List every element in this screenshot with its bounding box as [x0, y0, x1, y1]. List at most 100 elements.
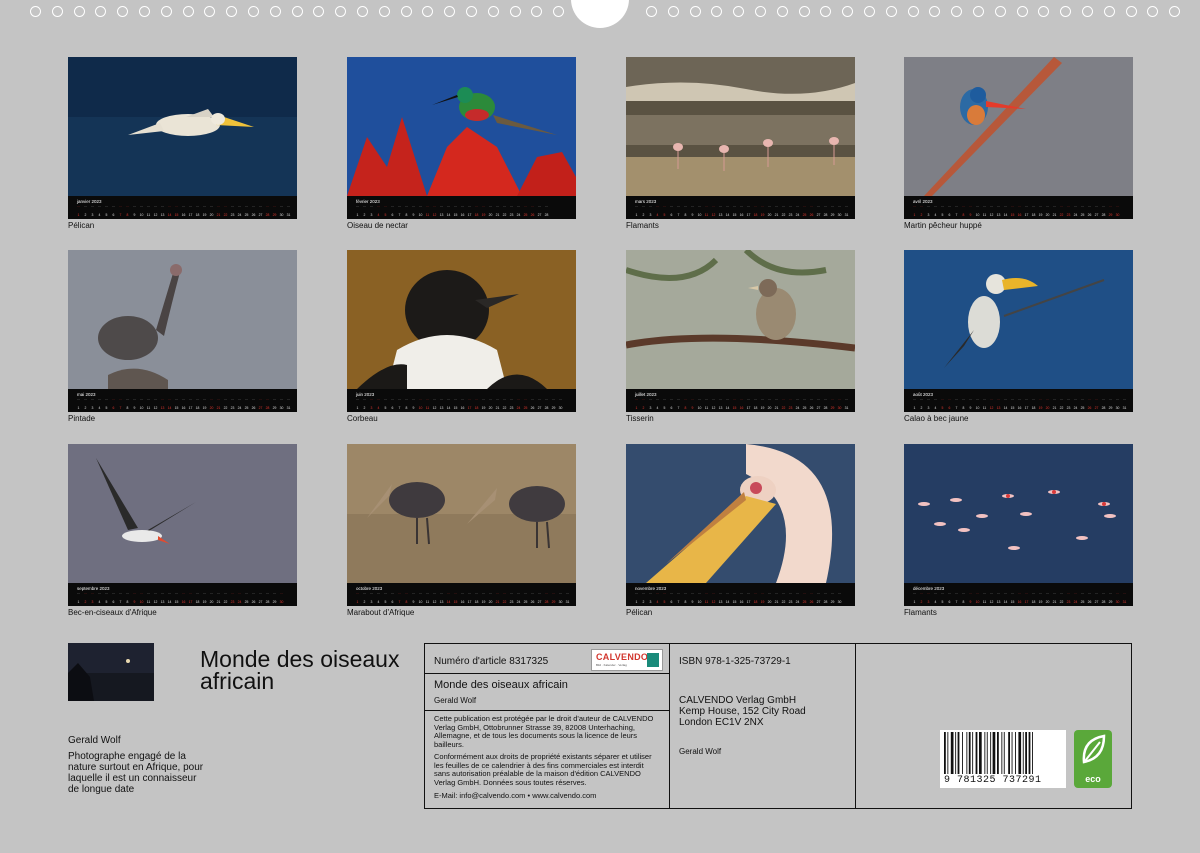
day-marker: ·· — [782, 205, 785, 209]
day-number: 29 — [830, 213, 835, 217]
day-number: 16 — [1017, 213, 1022, 217]
day-number — [565, 406, 570, 410]
day-marker: ·· — [1067, 205, 1070, 209]
info-column-middle: ISBN 978-1-325-73729-1 CALVENDO Verlag G… — [670, 644, 856, 808]
day-number: 18 — [474, 213, 479, 217]
calendar-bar: avril 2023 ·· ·· ·· ·· ·· ·· ·· ·· ·· ·· ·· ·· ·· ·· ·… — [904, 196, 1133, 219]
day-marker: ·· — [831, 398, 834, 402]
days-grid: ·· ·· ·· ·· ·· ·· ·· ·· ·· ·· ·· ·· ·· ·· ·· ·· ·· ·· ·· ··… — [634, 205, 849, 217]
day-number: 25 — [1080, 213, 1085, 217]
day-number: 15 — [732, 213, 737, 217]
barcode-bar — [957, 732, 960, 774]
day-marker: ·· — [754, 592, 757, 596]
day-marker: ·· — [196, 398, 199, 402]
day-marker: ·· — [545, 398, 548, 402]
day-number: 31 — [286, 213, 291, 217]
day-marker: ·· — [147, 398, 150, 402]
day-marker: ·· — [545, 592, 548, 596]
day-number: 21 — [1052, 600, 1057, 604]
month-oct: octobre 2023 ·· ·· ·· ·· ·· ·· ·· ·· ·· ·· ·· ·· ·· ·… — [347, 444, 576, 617]
day-number: 23 — [509, 406, 514, 410]
binding-ring — [1038, 6, 1050, 17]
day-marker: ·· — [266, 398, 269, 402]
photo-caption: Marabout d'Afrique — [347, 608, 415, 617]
day-marker: ·· — [656, 205, 659, 209]
day-number: 1 — [356, 213, 359, 217]
photo-caption: Pélican — [626, 608, 653, 617]
day-number: 6 — [112, 600, 115, 604]
day-number: 8 — [405, 600, 408, 604]
photo-sunbird — [347, 57, 576, 196]
day-marker: ·· — [796, 592, 799, 596]
binding-ring — [335, 6, 347, 17]
day-number: 10 — [975, 213, 980, 217]
day-number: 23 — [788, 600, 793, 604]
eco-badge: eco — [1074, 730, 1112, 788]
day-marker: ·· — [77, 398, 80, 402]
day-marker: ·· — [363, 592, 366, 596]
day-number: 30 — [558, 600, 563, 604]
day-marker: ·· — [754, 398, 757, 402]
day-number: 9 — [133, 406, 136, 410]
day-marker: ·· — [433, 592, 436, 596]
day-number: 22 — [502, 213, 507, 217]
calendar-bar: décembre 2023 ·· ·· ·· ·· ·· ·· ·· ·· ·· ·· ·· ·· ··… — [904, 583, 1133, 606]
day-number: 11 — [704, 406, 709, 410]
month-label: mars 2023 — [635, 199, 657, 204]
calendar-bar: février 2023 ·· ·· ·· ·· ·· ·· ·· ·· ·· ·· ·· ·· ·· ·… — [347, 196, 576, 219]
day-marker: ·· — [691, 398, 694, 402]
binding-ring — [400, 6, 412, 17]
day-number: 25 — [523, 406, 528, 410]
day-marker: ·· — [356, 205, 359, 209]
day-marker: ·· — [740, 205, 743, 209]
day-number: 19 — [202, 406, 207, 410]
day-marker: ·· — [838, 398, 841, 402]
day-number: 1 — [913, 213, 916, 217]
barcode-bar — [1032, 732, 1033, 774]
day-marker: ·· — [482, 592, 485, 596]
day-marker: ·· — [775, 205, 778, 209]
day-number: 13 — [160, 406, 165, 410]
days-grid: ·· ·· ·· ·· ·· ·· ·· ·· ·· ·· ·· ·· ·· ·· ·· ·· ·· ·· ·· ··… — [76, 592, 291, 604]
day-marker: ·· — [642, 592, 645, 596]
day-marker: ·· — [154, 205, 157, 209]
day-number: 20 — [767, 600, 772, 604]
month-label: juin 2023 — [356, 392, 375, 397]
day-marker: ·· — [955, 592, 958, 596]
day-number: 20 — [488, 213, 493, 217]
day-marker: ·· — [280, 398, 283, 402]
day-number: 20 — [767, 406, 772, 410]
calendar-bar: août 2023 ·· ·· ·· ·· ·· ·· ·· ·· ·· ·· ·· ·· ·· ·· ··… — [904, 389, 1133, 412]
day-number: 5 — [105, 213, 108, 217]
day-number: 25 — [802, 406, 807, 410]
binding-ring — [466, 6, 477, 17]
day-marker: ·· — [496, 398, 499, 402]
binding-ring — [973, 6, 984, 17]
day-number: 1 — [77, 406, 80, 410]
day-number: 20 — [209, 600, 214, 604]
day-number: 19 — [760, 406, 765, 410]
month-feb: février 2023 ·· ·· ·· ·· ·· ·· ·· ·· ·· ·· ·· ·· ·· ·… — [347, 57, 576, 230]
day-number: 28 — [1101, 406, 1106, 410]
day-marker: ·· — [77, 592, 80, 596]
day-marker: ·· — [1025, 398, 1028, 402]
day-marker: ·· — [510, 398, 513, 402]
day-marker: ·· — [962, 398, 965, 402]
day-marker: ·· — [1004, 592, 1007, 596]
day-number: 10 — [975, 600, 980, 604]
author-name: Gerald Wolf — [68, 735, 121, 746]
day-marker: ·· — [712, 398, 715, 402]
month-label: février 2023 — [356, 199, 380, 204]
day-marker: ·· — [663, 398, 666, 402]
day-number: 30 — [837, 600, 842, 604]
day-number: 29 — [830, 406, 835, 410]
calendar-bar: novembre 2023 ·· ·· ·· ·· ·· ·· ·· ·· ·· ·· ·· ·· ··… — [626, 583, 855, 606]
binding-ring — [204, 6, 216, 17]
day-number: 27 — [1094, 600, 1099, 604]
day-number: 6 — [112, 213, 115, 217]
day-number: 1 — [635, 600, 638, 604]
day-number: 4 — [98, 406, 101, 410]
day-marker: ·· — [817, 205, 820, 209]
day-marker: ·· — [684, 205, 687, 209]
day-marker: ·· — [384, 205, 387, 209]
